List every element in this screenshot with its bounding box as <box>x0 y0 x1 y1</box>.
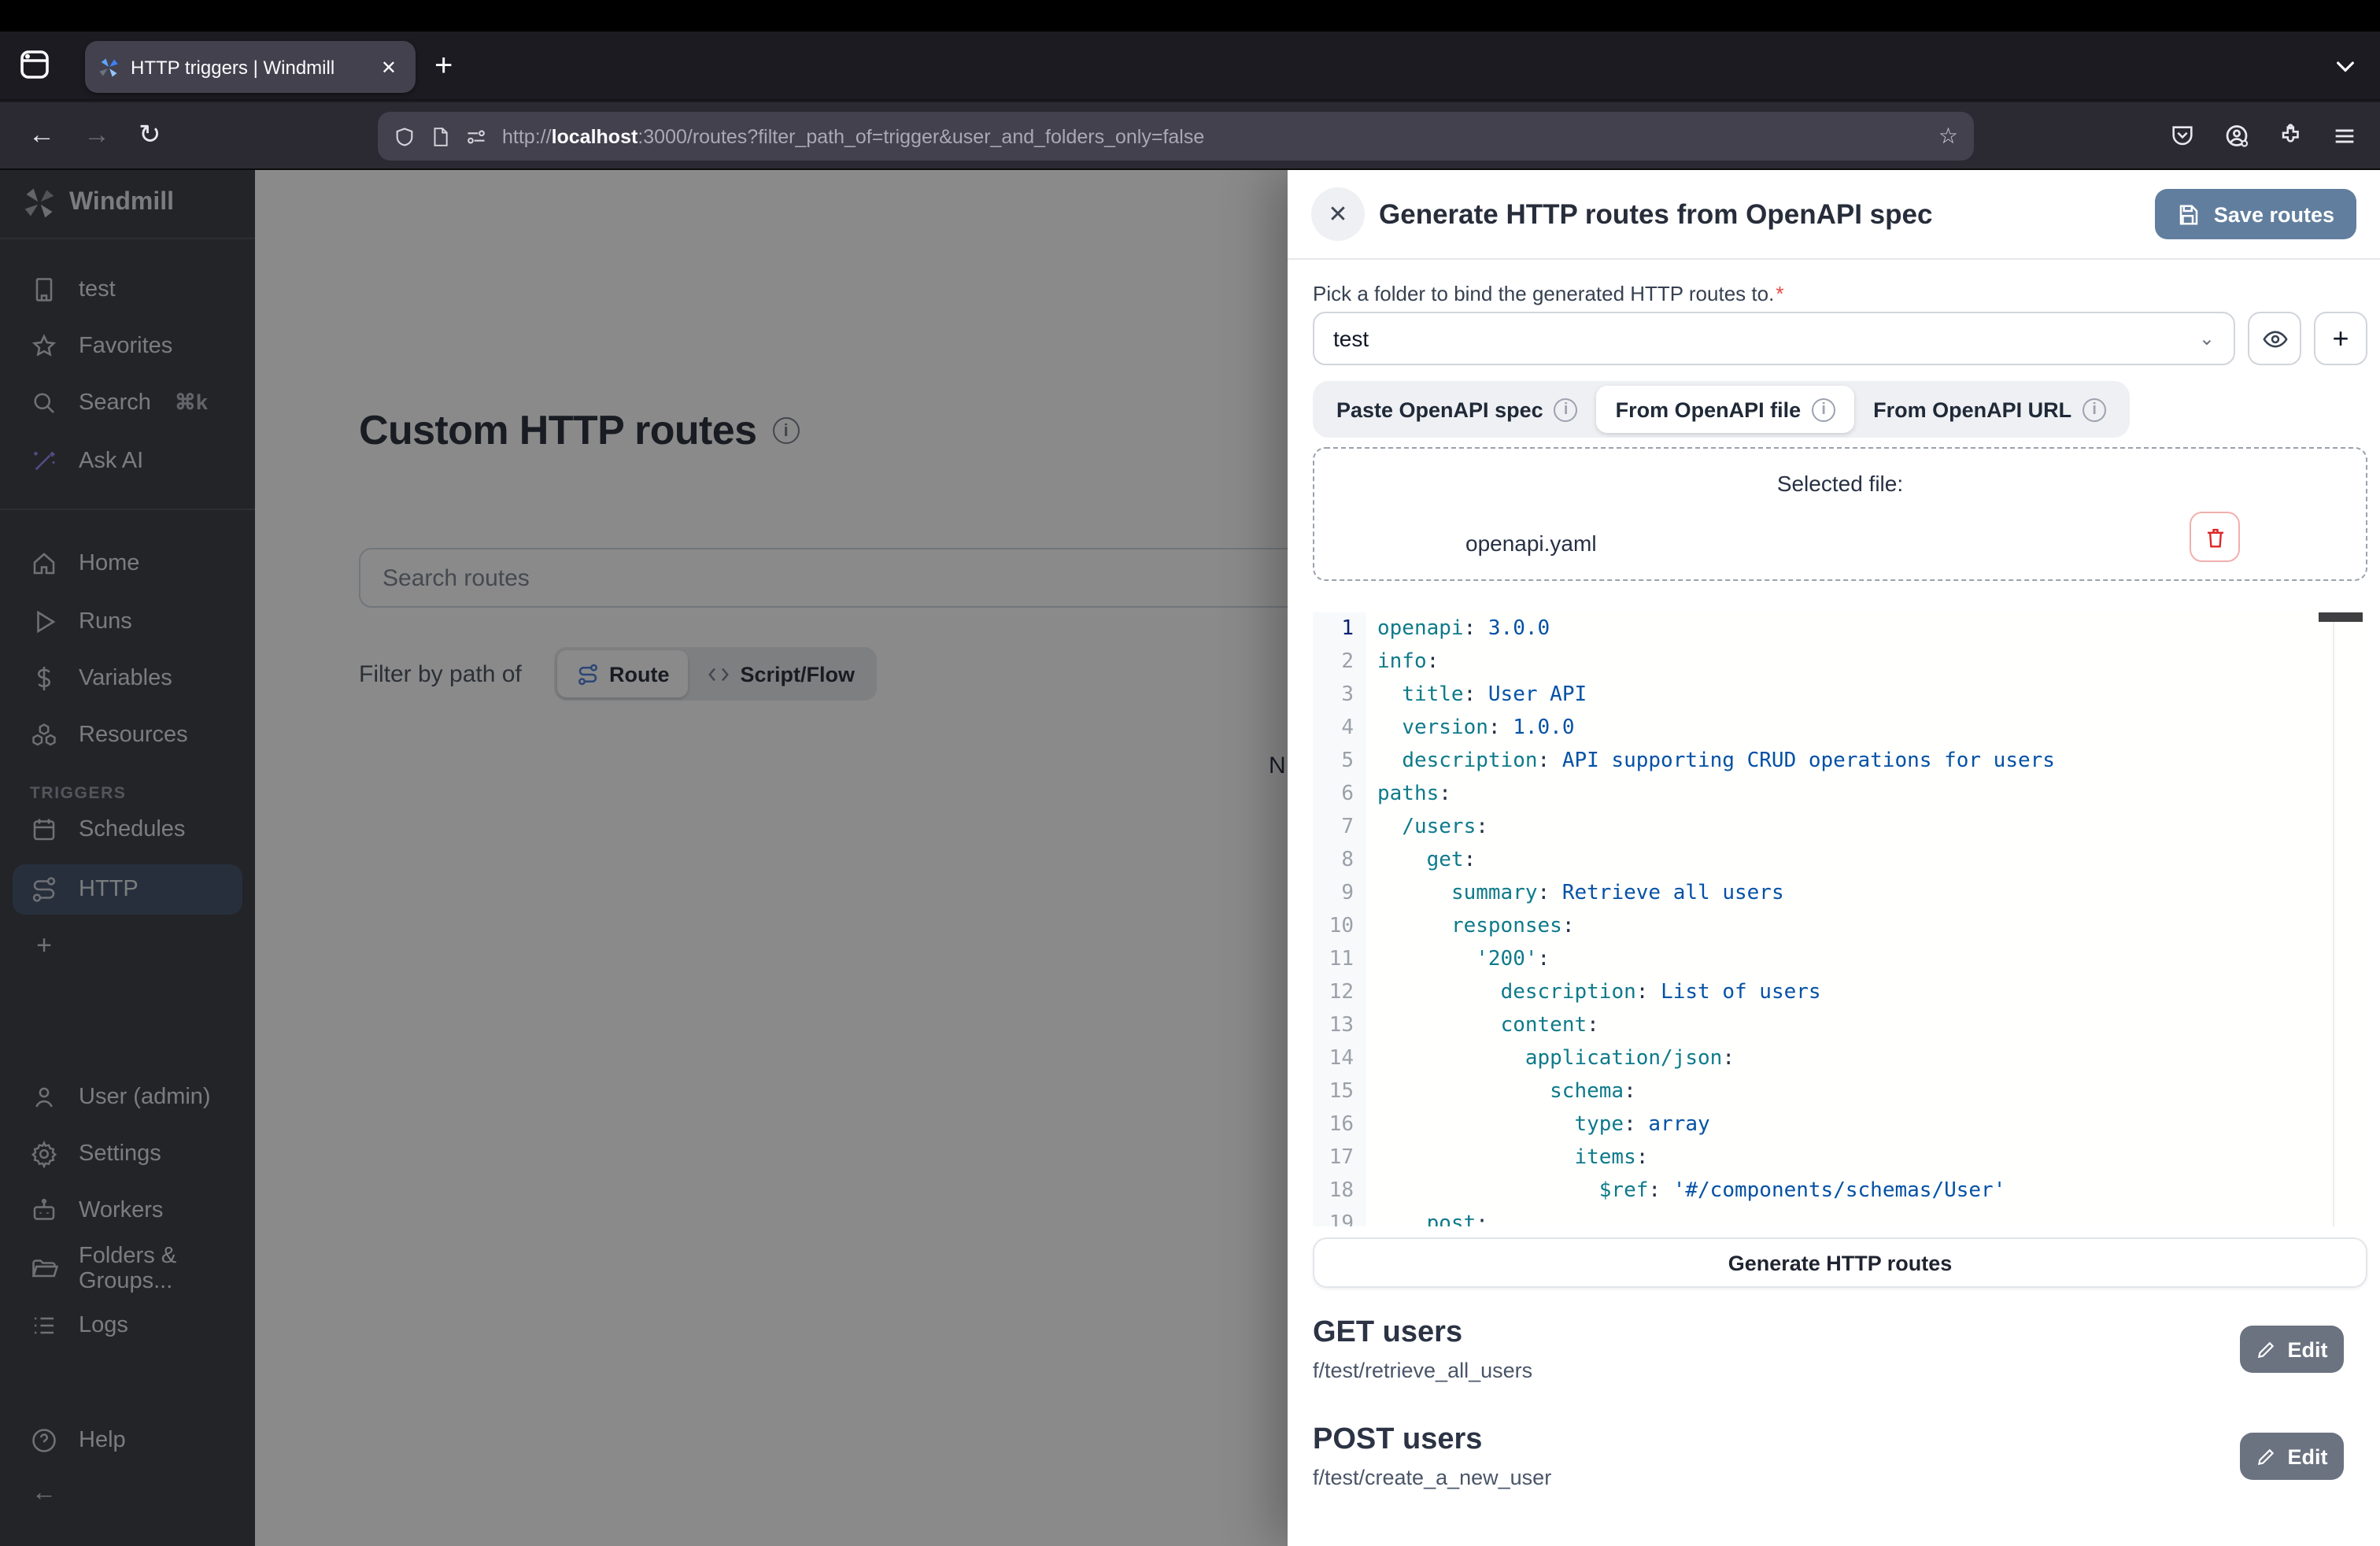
code-line[interactable]: 19 post: <box>1313 1208 2367 1226</box>
generate-http-routes-button[interactable]: Generate HTTP routes <box>1313 1237 2367 1288</box>
url-text[interactable]: http://localhost:3000/routes?filter_path… <box>502 125 1926 147</box>
editor-minimap[interactable] <box>2333 612 2367 1226</box>
openapi-source-tabs: Paste OpenAPI spec i From OpenAPI file i… <box>1313 381 2130 438</box>
code-line[interactable]: 8 get: <box>1313 844 2367 877</box>
code-editor[interactable]: 1openapi: 3.0.02info:3 title: User API4 … <box>1313 612 2367 1226</box>
info-icon[interactable]: i <box>1554 398 1578 421</box>
back-button[interactable]: ← <box>28 120 55 151</box>
edit-button-label: Edit <box>2288 1337 2328 1361</box>
menu-bar-strip <box>0 0 2380 31</box>
app-root: HTTP triggers | Windmill ✕ + ← → ↻ http:… <box>0 0 2380 1546</box>
editor-minimap-slider[interactable] <box>2319 612 2363 622</box>
preview-folder-button[interactable] <box>2248 312 2301 365</box>
required-mark: * <box>1776 282 1783 305</box>
extensions-puzzle-icon[interactable] <box>2278 123 2304 150</box>
drawer-title: Generate HTTP routes from OpenAPI spec <box>1379 198 1932 231</box>
menu-hamburger-icon[interactable] <box>2331 123 2358 150</box>
browser-toolbar: ← → ↻ http://localhost:3000/routes?filte… <box>0 102 2380 170</box>
code-line[interactable]: 3 title: User API <box>1313 679 2367 712</box>
firefox-view-icon[interactable] <box>16 46 54 83</box>
route-name: POST users <box>1313 1423 1482 1458</box>
eye-icon <box>2261 325 2288 352</box>
code-line[interactable]: 18 $ref: '#/components/schemas/User' <box>1313 1174 2367 1208</box>
code-line[interactable]: 12 description: List of users <box>1313 976 2367 1009</box>
code-line[interactable]: 11 '200': <box>1313 943 2367 976</box>
shield-icon[interactable] <box>394 125 416 147</box>
pencil-icon <box>2256 1446 2277 1466</box>
tab-close-icon[interactable]: ✕ <box>375 53 403 81</box>
url-bar[interactable]: http://localhost:3000/routes?filter_path… <box>378 112 1974 161</box>
code-line[interactable]: 16 type: array <box>1313 1108 2367 1141</box>
edit-button-label: Edit <box>2288 1444 2328 1468</box>
bookmark-star-icon[interactable]: ☆ <box>1938 123 1958 150</box>
tab-label: Paste OpenAPI spec <box>1336 398 1543 421</box>
route-path: f/test/create_a_new_user <box>1313 1466 1551 1489</box>
add-folder-button[interactable]: + <box>2314 312 2367 365</box>
edit-route-button[interactable]: Edit <box>2240 1326 2344 1373</box>
remove-file-button[interactable] <box>2190 512 2240 562</box>
forward-button[interactable]: → <box>83 120 110 151</box>
folder-select-value: test <box>1333 326 1369 351</box>
save-routes-label: Save routes <box>2214 202 2334 226</box>
tab-label: From OpenAPI file <box>1616 398 1802 421</box>
code-line[interactable]: 9 summary: Retrieve all users <box>1313 877 2367 910</box>
chevron-down-icon: ⌄ <box>2199 327 2215 350</box>
new-tab-button[interactable]: + <box>434 47 453 85</box>
code-line[interactable]: 15 schema: <box>1313 1075 2367 1108</box>
code-line[interactable]: 7 /users: <box>1313 811 2367 844</box>
url-rest: :3000/routes?filter_path_of=trigger&user… <box>638 125 1204 147</box>
page-viewport: Windmill test Favorites Search ⌘k Ask AI <box>0 170 2380 1546</box>
permissions-icon[interactable] <box>464 125 488 147</box>
code-line[interactable]: 14 application/json: <box>1313 1042 2367 1075</box>
browser-tab[interactable]: HTTP triggers | Windmill ✕ <box>85 41 416 93</box>
account-icon[interactable] <box>2223 122 2251 150</box>
folder-picker-row: test ⌄ + <box>1313 312 2367 365</box>
info-icon[interactable]: i <box>1812 398 1835 421</box>
tab-favicon-windmill <box>98 56 120 78</box>
code-line[interactable]: 6paths: <box>1313 778 2367 811</box>
url-host: localhost <box>552 125 638 147</box>
folder-picker-label-text: Pick a folder to bind the generated HTTP… <box>1313 282 1774 305</box>
folder-picker-label: Pick a folder to bind the generated HTTP… <box>1313 282 1783 305</box>
openapi-drawer: ✕ Generate HTTP routes from OpenAPI spec… <box>1288 170 2380 1546</box>
code-line[interactable]: 17 items: <box>1313 1141 2367 1174</box>
tab-from-openapi-url[interactable]: From OpenAPI URL i <box>1854 386 2125 433</box>
tab-title: HTTP triggers | Windmill <box>131 56 375 78</box>
code-line[interactable]: 4 version: 1.0.0 <box>1313 712 2367 745</box>
code-line[interactable]: 2info: <box>1313 645 2367 679</box>
code-line[interactable]: 13 content: <box>1313 1009 2367 1042</box>
tab-label: From OpenAPI URL <box>1873 398 2071 421</box>
route-name: GET users <box>1313 1316 1462 1351</box>
trash-icon <box>2203 525 2227 549</box>
close-icon[interactable]: ✕ <box>1311 187 1365 241</box>
folder-select[interactable]: test ⌄ <box>1313 312 2235 365</box>
pocket-icon[interactable] <box>2169 123 2196 150</box>
selected-file-box: Selected file: openapi.yaml <box>1313 447 2367 581</box>
route-path: f/test/retrieve_all_users <box>1313 1359 1532 1382</box>
list-all-tabs-icon[interactable] <box>2333 54 2358 79</box>
save-floppy-icon <box>2178 202 2201 226</box>
browser-tab-strip: HTTP triggers | Windmill ✕ + <box>0 31 2380 101</box>
save-routes-button[interactable]: Save routes <box>2156 189 2356 239</box>
code-line[interactable]: 5 description: API supporting CRUD opera… <box>1313 745 2367 778</box>
url-scheme: http:// <box>502 125 552 147</box>
edit-route-button[interactable]: Edit <box>2240 1433 2344 1480</box>
tab-paste-openapi-spec[interactable]: Paste OpenAPI spec i <box>1318 386 1597 433</box>
page-info-icon[interactable] <box>430 125 450 147</box>
drawer-divider <box>1288 258 2380 260</box>
code-lines: 1openapi: 3.0.02info:3 title: User API4 … <box>1313 612 2367 1226</box>
code-line[interactable]: 10 responses: <box>1313 910 2367 943</box>
info-icon[interactable]: i <box>2082 398 2106 421</box>
selected-file-name: openapi.yaml <box>1465 531 1597 556</box>
tab-from-openapi-file[interactable]: From OpenAPI file i <box>1597 386 1855 433</box>
reload-button[interactable]: ↻ <box>139 120 161 151</box>
pencil-icon <box>2256 1339 2277 1359</box>
selected-file-label: Selected file: <box>1314 471 2366 496</box>
code-line[interactable]: 1openapi: 3.0.0 <box>1313 612 2367 645</box>
